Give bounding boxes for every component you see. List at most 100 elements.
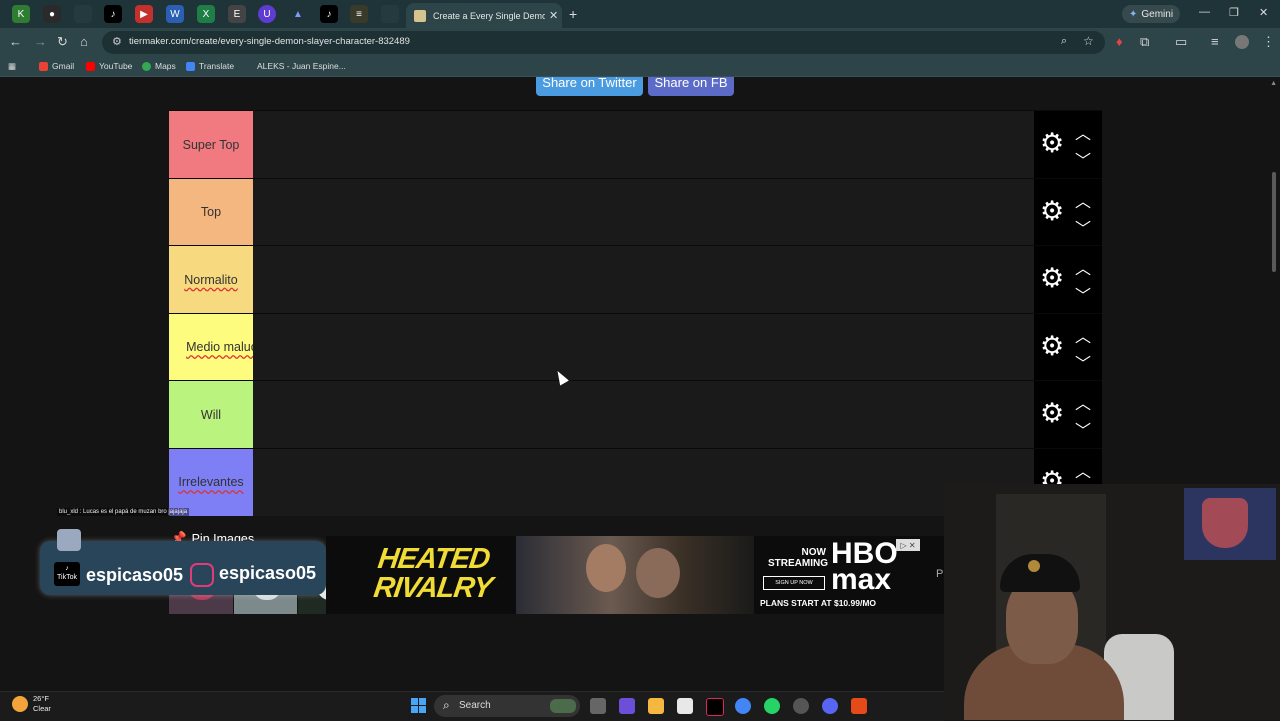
ad-signup-button[interactable]: SIGN UP NOW xyxy=(763,576,825,590)
gemini-button[interactable]: ✦ Gemini xyxy=(1122,5,1181,23)
obs-icon[interactable] xyxy=(851,698,867,714)
whatsapp-icon[interactable] xyxy=(764,698,780,714)
extension-red-icon[interactable]: ♦ xyxy=(1116,34,1123,49)
active-tab[interactable]: Create a Every Single Demon Sl ✕ xyxy=(406,3,562,28)
bookmark-label: Maps xyxy=(155,61,176,71)
settings-gear-icon[interactable]: ⚙ xyxy=(1040,331,1064,361)
tier-controls: ⚙ ︿ ﹀ xyxy=(1034,381,1102,448)
browser-tab-strip: K ● ♪ ▶ W X E U ▲ ♪ ≡ Create a Every Sin… xyxy=(0,0,1280,28)
chrome-icon[interactable] xyxy=(735,698,751,714)
move-down-chevron-icon[interactable]: ﹀ xyxy=(1075,417,1091,441)
hbo-max-ad-banner[interactable]: HEATED RIVALRY NOW STREAMING HBO max SIG… xyxy=(326,536,944,614)
address-bar[interactable]: ⚙ tiermaker.com/create/every-single-demo… xyxy=(102,31,1105,54)
forward-icon[interactable]: → xyxy=(34,34,47,49)
settings-gear-icon[interactable]: ⚙ xyxy=(1040,398,1064,428)
bookmark-maps[interactable]: Maps xyxy=(142,61,176,71)
zoom-icon[interactable]: ⌕ xyxy=(1061,35,1067,48)
search-icon: ⌕ xyxy=(443,698,450,712)
settings-gear-icon[interactable]: ⚙ xyxy=(1040,196,1064,226)
move-up-chevron-icon[interactable]: ︿ xyxy=(1075,255,1091,279)
store-icon[interactable] xyxy=(677,698,693,714)
pinned-tab-e-icon[interactable]: E xyxy=(228,5,246,23)
move-up-chevron-icon[interactable]: ︿ xyxy=(1075,323,1091,347)
tier-drop-zone[interactable] xyxy=(253,313,1034,381)
site-info-icon[interactable]: ⚙ xyxy=(112,35,122,48)
bookmark-gmail[interactable]: Gmail xyxy=(39,61,74,71)
profile-avatar[interactable] xyxy=(1235,35,1249,49)
pinned-tab-chat-icon[interactable] xyxy=(381,5,399,23)
share-fb-button[interactable]: Share on FB xyxy=(648,77,734,96)
tier-drop-zone[interactable] xyxy=(253,448,1034,516)
move-down-chevron-icon[interactable]: ﹀ xyxy=(1075,282,1091,306)
tier-drop-zone[interactable] xyxy=(253,381,1034,448)
pinned-tab-circle-icon[interactable]: ● xyxy=(43,5,61,23)
tier-label[interactable]: Will xyxy=(169,381,253,448)
pinned-tab-tiktok2-icon[interactable]: ♪ xyxy=(320,5,338,23)
sidepanel-icon[interactable]: ▭ xyxy=(1175,34,1187,50)
pinned-tab-a-icon[interactable]: ▲ xyxy=(289,5,307,23)
close-tab-icon[interactable]: ✕ xyxy=(549,9,558,22)
move-down-chevron-icon[interactable]: ﹀ xyxy=(1075,215,1091,239)
page-scrollbar[interactable] xyxy=(1272,172,1276,272)
steam-icon[interactable] xyxy=(793,698,809,714)
gmail-icon xyxy=(39,61,48,71)
more-menu-icon[interactable]: ⋮ xyxy=(1262,34,1275,50)
pinned-tab-word-icon[interactable]: W xyxy=(166,5,184,23)
settings-gear-icon[interactable]: ⚙ xyxy=(1040,128,1064,158)
restore-icon[interactable]: ❐ xyxy=(1229,6,1239,19)
close-window-icon[interactable]: ✕ xyxy=(1259,6,1268,19)
tier-controls: ⚙ ︿ ﹀ xyxy=(1034,178,1102,246)
tiermaker-favicon-icon xyxy=(414,9,426,22)
pinned-tab-u-icon[interactable]: U xyxy=(258,5,276,23)
bookmark-label: Translate xyxy=(199,61,235,71)
pinned-tab-tiermaker-icon[interactable]: ≡ xyxy=(350,5,368,23)
move-up-chevron-icon[interactable]: ︿ xyxy=(1075,120,1091,144)
tier-label[interactable]: Normalito xyxy=(169,246,253,313)
weather-widget[interactable]: 26°F Clear xyxy=(12,694,51,714)
tier-row: Will ⚙ ︿ ﹀ xyxy=(169,380,1102,448)
reload-icon[interactable]: ↻ xyxy=(57,34,68,50)
pinned-tab-k-icon[interactable]: K xyxy=(12,5,30,23)
tier-label[interactable]: Top xyxy=(169,178,253,246)
scroll-up-arrow[interactable]: ▲ xyxy=(1270,80,1277,87)
bookmark-translate[interactable]: Translate xyxy=(186,61,234,71)
bookmark-star-icon[interactable]: ☆ xyxy=(1083,34,1094,48)
move-up-chevron-icon[interactable]: ︿ xyxy=(1075,458,1091,482)
home-icon[interactable]: ⌂ xyxy=(80,34,88,49)
tiktok-app-icon[interactable] xyxy=(706,698,724,716)
ad-headline: HEATED RIVALRY xyxy=(371,543,494,604)
pinned-tab-sheets-icon[interactable]: X xyxy=(197,5,215,23)
tier-label[interactable]: Irrelevantes xyxy=(169,448,253,516)
new-tab-icon[interactable]: + xyxy=(569,6,577,22)
apps-grid-icon[interactable]: ▦ xyxy=(8,61,16,72)
share-twitter-button[interactable]: Share on Twitter xyxy=(536,77,643,96)
settings-gear-icon[interactable]: ⚙ xyxy=(1040,263,1064,293)
file-explorer-icon[interactable] xyxy=(648,698,664,714)
copilot-icon[interactable] xyxy=(619,698,635,714)
back-icon[interactable]: ← xyxy=(9,34,22,49)
pinned-tab-tiktok-icon[interactable]: ♪ xyxy=(104,5,122,23)
bookmark-youtube[interactable]: YouTube xyxy=(86,61,132,71)
weather-condition: Clear xyxy=(33,704,51,713)
move-up-chevron-icon[interactable]: ︿ xyxy=(1075,188,1091,212)
tier-drop-zone[interactable] xyxy=(253,111,1034,178)
start-windows-icon[interactable] xyxy=(411,698,426,713)
discord-icon[interactable] xyxy=(822,698,838,714)
move-up-chevron-icon[interactable]: ︿ xyxy=(1075,390,1091,414)
move-down-chevron-icon[interactable]: ﹀ xyxy=(1075,147,1091,171)
minimize-icon[interactable]: — xyxy=(1199,6,1210,18)
tier-label[interactable]: Super Top xyxy=(169,111,253,178)
tier-drop-zone[interactable] xyxy=(253,178,1034,246)
extensions-puzzle-icon[interactable]: ⧉ xyxy=(1140,34,1149,50)
ad-close-icon[interactable]: ▷ ✕ xyxy=(896,539,920,551)
pinned-tab-dark-icon[interactable] xyxy=(74,5,92,23)
tier-row: Normalito ⚙ ︿ ﹀ xyxy=(169,245,1102,313)
instagram-handle: espicaso05 xyxy=(219,563,317,583)
media-icon[interactable]: ≡ xyxy=(1211,34,1219,49)
pinned-tab-youtube-icon[interactable]: ▶ xyxy=(135,5,153,23)
taskbar-search[interactable]: ⌕ Search xyxy=(434,695,580,717)
bookmark-aleks[interactable]: ALEKS - Juan Espine... xyxy=(244,61,346,71)
tier-drop-zone[interactable] xyxy=(253,246,1034,313)
move-down-chevron-icon[interactable]: ﹀ xyxy=(1075,350,1091,374)
task-view-icon[interactable] xyxy=(590,698,606,714)
